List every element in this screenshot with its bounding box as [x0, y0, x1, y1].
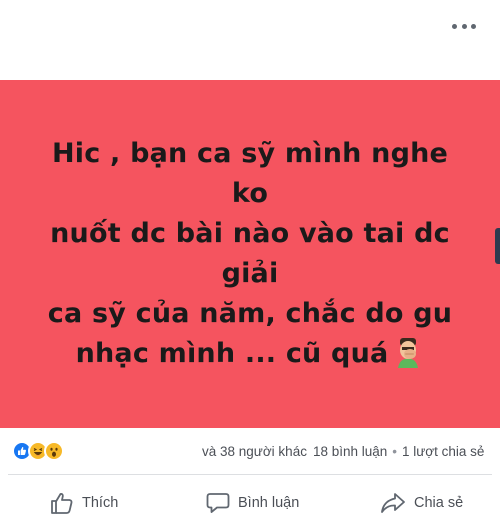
- reactions-summary-text: và 38 người khác 18 bình luận • 1 lượt c…: [202, 428, 484, 474]
- post-text: Hic , bạn ca sỹ mình nghe ko nuốt dc bài…: [40, 134, 460, 374]
- share-arrow-icon: [380, 492, 414, 514]
- post-text-line: Hic , bạn ca sỹ mình nghe ko: [51, 138, 449, 209]
- shares-count-link[interactable]: 1 lượt chia sẻ: [402, 444, 484, 459]
- like-label: Thích: [82, 495, 119, 511]
- more-dot: [471, 23, 476, 29]
- like-button[interactable]: Thích: [50, 492, 118, 514]
- comment-bubble-icon: [206, 492, 238, 514]
- comment-label: Bình luận: [238, 495, 300, 511]
- reaction-icons-group[interactable]: [12, 441, 64, 461]
- more-dot: [461, 23, 467, 29]
- post-text-line: nhạc mình ... cũ quá: [75, 338, 389, 369]
- reactions-summary-bar[interactable]: và 38 người khác 18 bình luận • 1 lượt c…: [0, 428, 500, 474]
- post-actions-bar: Thích Bình luận Chia sẻ: [0, 476, 500, 529]
- post-header: [0, 0, 500, 80]
- share-button[interactable]: Chia sẻ: [380, 492, 463, 514]
- post-text-line: ca sỹ của năm, chắc do gu: [47, 298, 453, 329]
- thumbs-up-icon: [50, 492, 82, 514]
- more-options-button[interactable]: [452, 18, 476, 34]
- post-text-line-last: nhạc mình ... cũ quá: [40, 334, 460, 374]
- facepalm-emoji-icon: [392, 336, 424, 368]
- actions-divider: [8, 474, 492, 475]
- separator-dot: •: [392, 443, 398, 459]
- comment-button[interactable]: Bình luận: [206, 492, 299, 514]
- colored-text-post: Hic , bạn ca sỹ mình nghe ko nuốt dc bài…: [0, 80, 500, 428]
- comments-count-link[interactable]: 18 bình luận: [313, 444, 387, 459]
- reactors-count-link[interactable]: và 38 người khác: [202, 444, 307, 459]
- share-label: Chia sẻ: [414, 495, 464, 511]
- wow-reaction-icon: [44, 441, 64, 461]
- post-text-line: nuốt dc bài nào vào tai dc giải: [50, 218, 450, 289]
- scroll-edge-indicator: [495, 228, 500, 264]
- more-dot: [452, 23, 457, 29]
